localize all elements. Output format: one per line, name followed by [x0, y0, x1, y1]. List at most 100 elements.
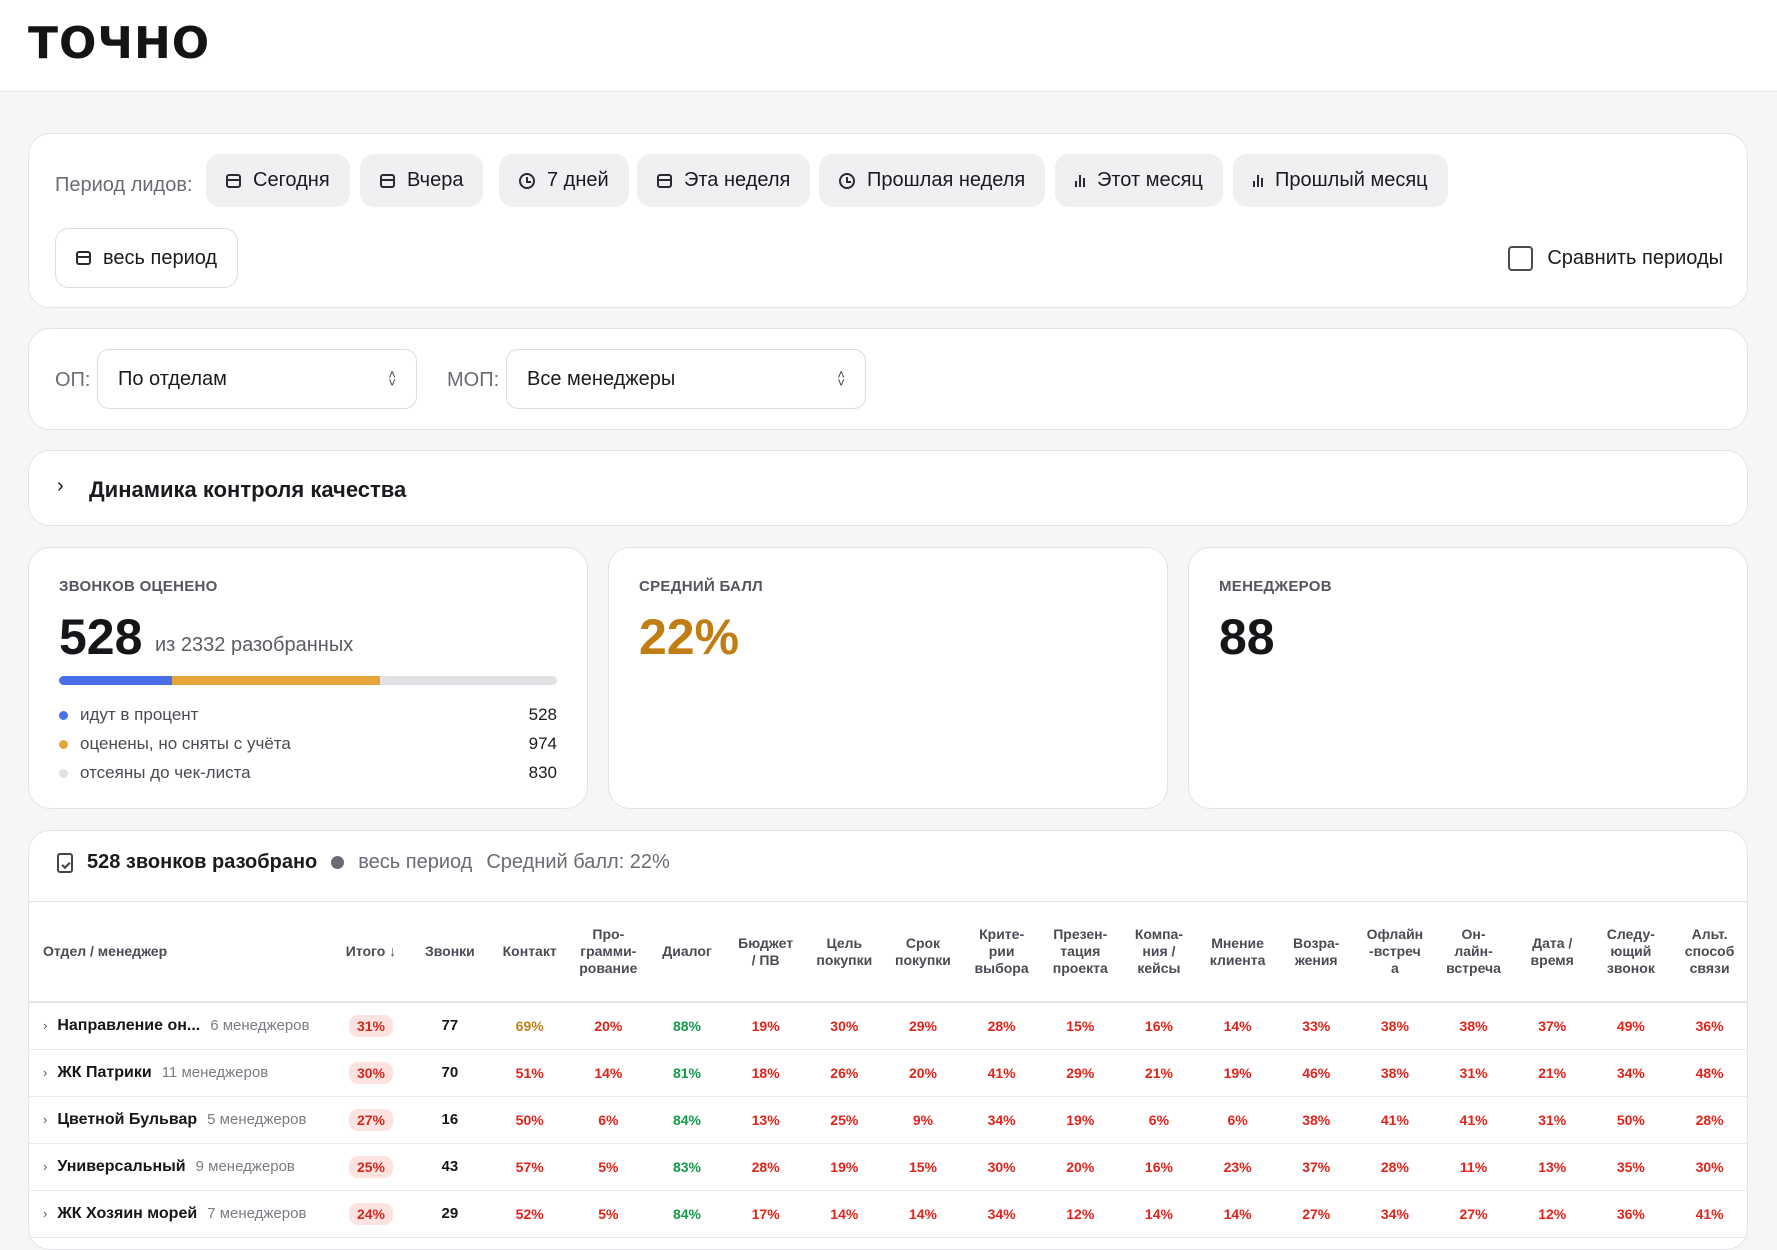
period-yesterday-label: Вчера [407, 169, 464, 191]
chevron-right-icon[interactable]: › [43, 1206, 47, 1221]
score-cell: 6% [569, 1096, 648, 1144]
op-select[interactable]: По отделам ˄ ˅ [97, 349, 417, 409]
filter-card: ОП: По отделам ˄ ˅ МОП: Все менеджеры ˄ ˅ [28, 328, 1748, 430]
score-cell: 37% [1512, 1002, 1592, 1050]
table-row[interactable]: › ЖК Хозяин морей 7 менеджеров 24% 29 52% 5% 84… [29, 1190, 1747, 1238]
score-cell: 27% [1434, 1190, 1513, 1238]
chevron-right-icon[interactable]: › [43, 1065, 47, 1080]
period-7days-button[interactable]: 7 дней [499, 154, 629, 207]
score-cell: 88% [647, 1002, 727, 1050]
table-row[interactable]: › Направление он... 6 менеджеров 31% 77 69% 20… [29, 1002, 1747, 1050]
period-today-button[interactable]: Сегодня [206, 154, 350, 207]
score-cell: 38% [1355, 1002, 1435, 1050]
table-row[interactable]: › Цветной Бульвар 5 менеджеров 27% 16 50% 6% 84… [29, 1096, 1747, 1144]
legend-dot [59, 710, 68, 720]
column-header[interactable]: Офлайн -встреч а [1355, 902, 1435, 1003]
period-all-button[interactable]: весь период [55, 228, 239, 288]
column-header[interactable]: Альт. способ связи [1670, 902, 1747, 1003]
chevron-right-icon[interactable]: › [43, 1159, 47, 1174]
score-cell: 14% [1198, 1190, 1277, 1238]
score-cell: 19% [1198, 1049, 1277, 1097]
mop-select[interactable]: Все менеджеры ˄ ˅ [506, 349, 866, 409]
column-header[interactable]: Следу- ющий звонок [1591, 902, 1671, 1003]
period-yesterday-button[interactable]: Вчера [360, 154, 484, 207]
row-department-cell[interactable]: › ЖК Хозяин морей 7 менеджеров [29, 1190, 333, 1238]
chevron-right-icon[interactable]: › [43, 1112, 47, 1127]
row-manager-count: 5 менеджеров [207, 1110, 307, 1128]
row-manager-count: 7 менеджеров [207, 1204, 307, 1222]
table-summary-title: 528 звонков разобрано [87, 851, 318, 873]
row-department-cell[interactable]: › ЖК Патрики 11 менеджеров [29, 1049, 333, 1097]
row-department-cell[interactable]: › Универсальный 9 менеджеров [29, 1143, 333, 1191]
score-cell: 27% [1276, 1190, 1356, 1238]
period-7days-label: 7 дней [547, 169, 609, 191]
column-header[interactable]: Возра- жения [1276, 902, 1356, 1003]
compare-checkbox[interactable] [1508, 246, 1534, 271]
compare-label: Сравнить периоды [1547, 247, 1723, 269]
score-cell: 28% [1670, 1096, 1747, 1144]
score-cell: 13% [1512, 1143, 1592, 1191]
legend-dot [59, 739, 68, 749]
score-cell: 51% [490, 1049, 569, 1097]
score-cell: 20% [1040, 1143, 1120, 1191]
chevron-right-icon[interactable]: › [57, 475, 64, 498]
score-cell: 28% [1355, 1143, 1435, 1191]
column-header-department[interactable]: Отдел / менеджер [29, 902, 333, 1003]
row-calls-cell: 43 [409, 1143, 491, 1191]
score-badge: 24% [348, 1202, 393, 1225]
column-header[interactable]: Дата / время [1512, 902, 1592, 1003]
column-header[interactable]: Мнение клиента [1198, 902, 1277, 1003]
table-summary-avg: Средний балл: 22% [486, 851, 670, 873]
table-row[interactable]: › ЖК Патрики 11 менеджеров 30% 70 51% 14% 81% 18… [29, 1049, 1747, 1097]
row-total-cell: 24% [332, 1190, 410, 1238]
row-department-cell[interactable]: › Цветной Бульвар 5 менеджеров [29, 1096, 333, 1144]
logo[interactable]: ТОЧНО [28, 18, 210, 69]
score-cell: 12% [1040, 1190, 1120, 1238]
legend-row: оценены, но сняты с учёта 974 [59, 734, 557, 754]
score-badge: 27% [348, 1108, 393, 1131]
score-cell: 36% [1591, 1190, 1671, 1238]
column-header[interactable]: Про- грамми- рование [569, 902, 648, 1003]
period-this-week-button[interactable]: Эта неделя [637, 154, 811, 207]
column-header[interactable]: Цель покупки [804, 902, 884, 1003]
table-body: › Направление он... 6 менеджеров 31% 77 69% 20… [29, 1002, 1747, 1238]
column-header[interactable]: Презен- тация проекта [1040, 902, 1120, 1003]
score-cell: 5% [569, 1143, 648, 1191]
table-row[interactable]: › Универсальный 9 менеджеров 25% 43 57% 5% 83% 2… [29, 1143, 1747, 1191]
score-cell: 48% [1670, 1049, 1747, 1097]
score-cell: 34% [962, 1190, 1041, 1238]
row-department-cell[interactable]: › Направление он... 6 менеджеров [29, 1002, 333, 1050]
score-cell: 14% [883, 1190, 963, 1238]
column-header[interactable]: Итого ↓ [332, 902, 410, 1003]
column-header[interactable]: Диалог [647, 902, 727, 1003]
legend-dot [59, 768, 68, 778]
period-last-week-button[interactable]: Прошлая неделя [819, 154, 1046, 207]
legend-label: оценены, но сняты с учёта [80, 734, 291, 753]
bar-chart-icon [1253, 174, 1263, 187]
column-header[interactable]: Крите- рии выбора [962, 902, 1041, 1003]
period-this-week-label: Эта неделя [684, 169, 791, 191]
score-cell: 38% [1276, 1096, 1356, 1144]
chevron-right-icon[interactable]: › [43, 1018, 47, 1033]
column-header[interactable]: Контакт [490, 902, 569, 1003]
mop-label: МОП: [447, 369, 500, 391]
period-last-month-button[interactable]: Прошлый месяц [1233, 154, 1448, 207]
column-header[interactable]: Компа- ния / кейсы [1119, 902, 1199, 1003]
top-bar: ТОЧНО [0, 0, 1777, 92]
legend-label: идут в процент [80, 705, 199, 724]
column-header[interactable]: Он- лайн- встреча [1434, 902, 1513, 1003]
score-cell: 11% [1434, 1143, 1513, 1191]
table-summary-period: весь период [358, 851, 473, 873]
legend-row: отсеяны до чек-листа 830 [59, 763, 557, 783]
managers-value: 88 [1219, 609, 1275, 665]
score-cell: 19% [804, 1143, 884, 1191]
compare-periods[interactable]: Сравнить периоды [1508, 246, 1723, 271]
column-header[interactable]: Срок покупки [883, 902, 963, 1003]
calls-rated-label: ЗВОНКОВ ОЦЕНЕНО [59, 578, 218, 595]
column-header[interactable]: Звонки [409, 902, 491, 1003]
dynamics-section[interactable]: › Динамика контроля качества [28, 450, 1748, 526]
score-cell: 31% [1512, 1096, 1592, 1144]
period-this-month-button[interactable]: Этот месяц [1055, 154, 1223, 207]
period-this-month-label: Этот месяц [1097, 169, 1203, 191]
column-header[interactable]: Бюджет / ПВ [726, 902, 805, 1003]
